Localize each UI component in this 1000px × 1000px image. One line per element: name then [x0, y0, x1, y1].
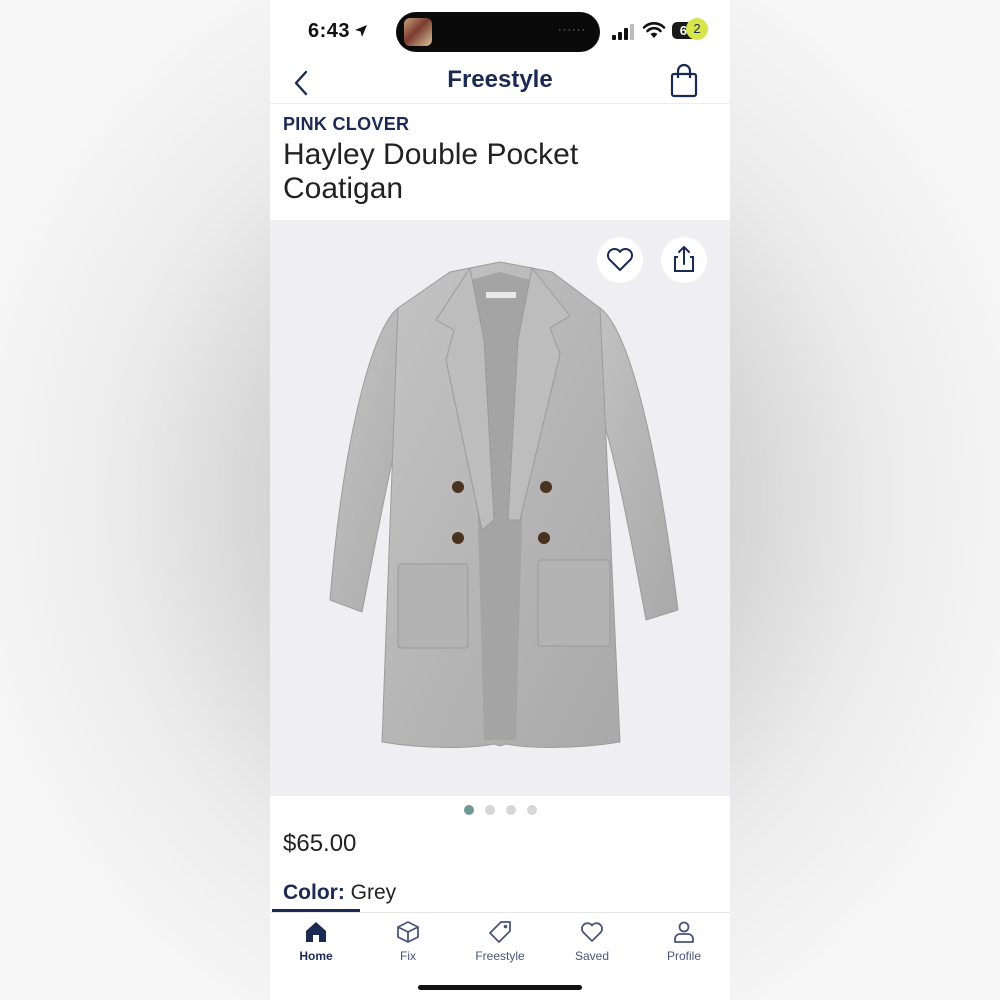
tab-freestyle-label: Freestyle	[475, 949, 525, 963]
color-label: Color:	[283, 881, 345, 904]
status-bar: 6:43 ······ 64	[270, 0, 730, 62]
color-value: Grey	[350, 881, 397, 904]
bag-count-badge: 2	[686, 18, 708, 40]
nav-header: Freestyle	[270, 62, 730, 104]
cellular-signal-icon	[612, 24, 634, 40]
carousel-dot-3[interactable]	[505, 805, 516, 815]
phone-screen: 6:43 ······ 64 Freestyle	[270, 0, 730, 1000]
tab-profile[interactable]: Profile	[638, 919, 730, 963]
person-icon	[674, 921, 694, 943]
tab-home[interactable]: Home	[270, 919, 362, 963]
product-price: $65.00	[283, 830, 357, 857]
dynamic-island: ······	[396, 12, 600, 52]
tag-icon	[489, 921, 511, 943]
status-time: 6:43	[308, 20, 351, 42]
home-indicator[interactable]	[418, 985, 582, 990]
tab-profile-label: Profile	[666, 949, 701, 963]
tab-saved-label: Saved	[574, 949, 610, 963]
page-title: Freestyle	[447, 66, 553, 93]
location-arrow-icon	[355, 25, 367, 37]
header-divider	[270, 103, 730, 104]
tab-saved[interactable]: Saved	[546, 919, 638, 963]
home-icon	[306, 922, 326, 942]
carousel-pagination	[270, 805, 730, 817]
carousel-dot-4[interactable]	[526, 805, 537, 815]
product-name: Hayley Double Pocket Coatigan	[283, 138, 579, 205]
product-brand[interactable]: PINK CLOVER	[283, 114, 409, 135]
heart-icon	[581, 922, 603, 942]
coat-product-photo	[329, 261, 679, 748]
share-icon[interactable]	[661, 237, 707, 283]
island-waveform-icon: ······	[558, 24, 586, 36]
tab-fix-label: Fix	[400, 949, 416, 963]
carousel-dot-2[interactable]	[484, 805, 495, 815]
carousel-dot-1[interactable]	[463, 805, 474, 815]
favorite-heart-icon[interactable]	[597, 237, 643, 283]
shopping-bag-icon[interactable]	[668, 62, 708, 102]
color-selector[interactable]: Color: Grey	[283, 881, 396, 905]
tab-freestyle[interactable]: Freestyle	[454, 919, 546, 963]
wifi-icon	[642, 22, 666, 38]
tab-fix[interactable]: Fix	[362, 919, 454, 963]
tab-home-label: Home	[299, 949, 333, 963]
box-icon	[397, 921, 419, 943]
product-image-carousel[interactable]	[270, 220, 730, 796]
now-playing-thumbnail	[404, 18, 432, 46]
